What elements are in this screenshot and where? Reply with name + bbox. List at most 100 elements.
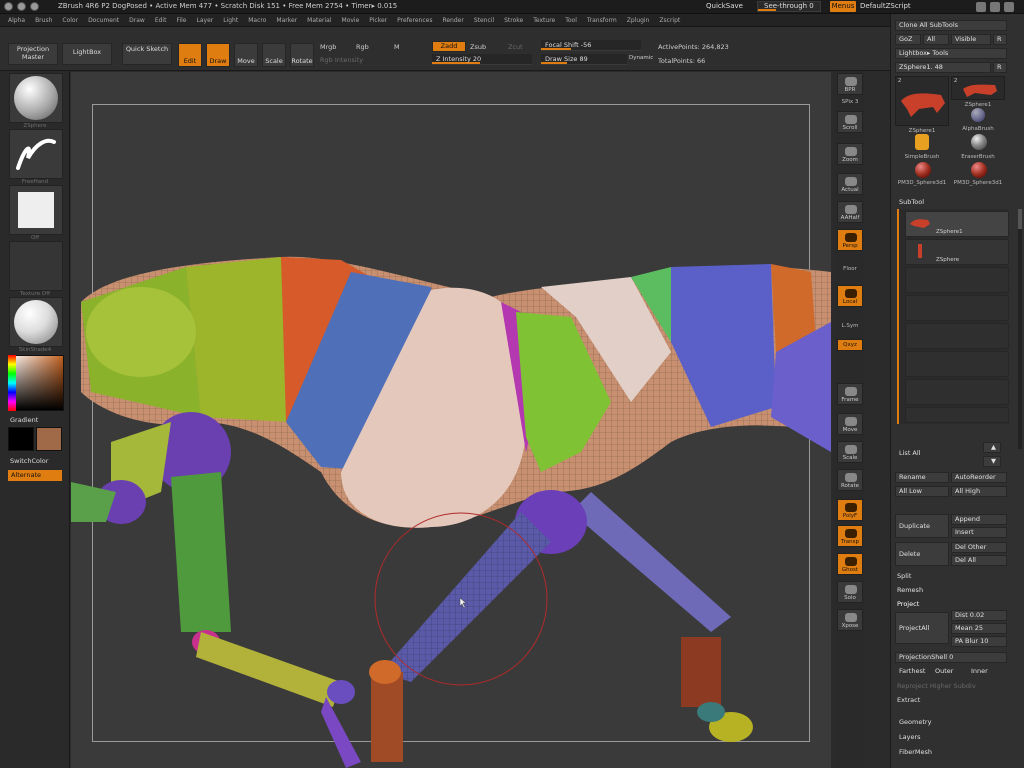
switch-color-button[interactable]: SwitchColor <box>10 457 48 465</box>
goz-visible-button[interactable]: Visible <box>951 34 991 45</box>
actual-button[interactable]: Actual <box>837 173 863 195</box>
lsym-button[interactable]: L.Sym <box>837 323 863 329</box>
frame-button[interactable]: Frame <box>837 383 863 405</box>
zoom-button[interactable]: Zoom <box>837 143 863 165</box>
close-window-icon[interactable] <box>1004 2 1014 12</box>
minimize-icon[interactable] <box>17 2 26 11</box>
menu-picker[interactable]: Picker <box>369 17 387 24</box>
zadd-button[interactable]: Zadd <box>432 41 466 52</box>
tool-tile-zsphere1-b[interactable]: 2 <box>951 76 1005 100</box>
mean-slider[interactable]: Mean 25 <box>951 623 1007 634</box>
scroll-button[interactable]: Scroll <box>837 111 863 133</box>
project-all-button[interactable]: ProjectAll <box>895 612 949 644</box>
brush-selector[interactable] <box>9 73 63 123</box>
main-color-swatch[interactable] <box>8 427 34 451</box>
draw-size-slider[interactable]: Draw Size 89 <box>541 54 627 65</box>
move-up-arrow-icon[interactable]: ▲ <box>983 442 1001 453</box>
lightbox-tools-button[interactable]: Lightbox▸ Tools <box>895 48 1007 59</box>
menu-zscript[interactable]: Zscript <box>659 17 680 24</box>
qxyz-button[interactable]: Qxyz <box>837 339 863 351</box>
menu-tool[interactable]: Tool <box>565 17 577 24</box>
draw-mode-button[interactable]: Draw <box>206 43 230 67</box>
scale-mode-button[interactable]: Scale <box>262 43 286 67</box>
list-all-button[interactable]: List All <box>895 448 945 459</box>
menu-alpha[interactable]: Alpha <box>8 17 25 24</box>
menu-file[interactable]: File <box>176 17 186 24</box>
focal-shift-slider[interactable]: Focal Shift -56 <box>541 40 641 51</box>
zsphere-dog-model[interactable] <box>71 72 831 768</box>
subtool-scrollbar[interactable] <box>1018 209 1022 449</box>
append-button[interactable]: Append <box>951 514 1007 525</box>
bpr-button[interactable]: BPR <box>837 73 863 95</box>
pa-blur-slider[interactable]: PA Blur 10 <box>951 636 1007 647</box>
document-canvas[interactable] <box>71 72 831 768</box>
subtool-item-zsphere[interactable]: ZSphere <box>905 239 1009 265</box>
goz-all-button[interactable]: All <box>923 34 949 45</box>
menu-transform[interactable]: Transform <box>587 17 617 24</box>
polyf-button[interactable]: PolyF <box>837 499 863 521</box>
move-down-arrow-icon[interactable]: ▼ <box>983 456 1001 467</box>
ghost-button[interactable]: Ghost <box>837 553 863 575</box>
projection-master-button[interactable]: Projection Master <box>8 43 58 65</box>
zcut-button[interactable]: Zcut <box>508 43 523 51</box>
menu-macro[interactable]: Macro <box>248 17 266 24</box>
alphabrush-icon[interactable] <box>971 108 985 122</box>
del-all-button[interactable]: Del All <box>951 555 1007 566</box>
insert-button[interactable]: Insert <box>951 527 1007 538</box>
m-button[interactable]: M <box>394 43 400 51</box>
floor-button[interactable]: Floor <box>837 266 863 272</box>
default-script-button[interactable]: DefaultZScript <box>860 2 911 10</box>
rotate-mode-button[interactable]: Rotate <box>290 43 314 67</box>
menu-texture[interactable]: Texture <box>533 17 555 24</box>
menu-movie[interactable]: Movie <box>342 17 360 24</box>
hue-ring[interactable] <box>8 355 16 411</box>
edit-mode-button[interactable]: Edit <box>178 43 202 67</box>
xpose-button[interactable]: Xpose <box>837 609 863 631</box>
persp-button[interactable]: Persp <box>837 229 863 251</box>
menus-toggle-button[interactable]: Menus <box>830 1 856 12</box>
menu-layer[interactable]: Layer <box>197 17 214 24</box>
help-icon[interactable] <box>976 2 986 12</box>
stroke-selector[interactable] <box>9 129 63 179</box>
minimize-window-icon[interactable] <box>990 2 1000 12</box>
project-subpalette[interactable]: Project <box>897 600 919 608</box>
scroll-thumb[interactable] <box>1018 209 1022 229</box>
menu-color[interactable]: Color <box>62 17 78 24</box>
local-button[interactable]: Local <box>837 285 863 307</box>
mrgb-button[interactable]: Mrgb <box>320 43 336 51</box>
menu-draw[interactable]: Draw <box>129 17 145 24</box>
menu-material[interactable]: Material <box>307 17 331 24</box>
geometry-subpalette[interactable]: Geometry <box>899 718 931 726</box>
material-selector[interactable] <box>9 297 63 347</box>
rgb-intensity-slider[interactable]: Rgb Intensity <box>320 56 363 64</box>
transp-button[interactable]: Transp <box>837 525 863 547</box>
see-through-slider[interactable]: See-through 0 <box>757 1 821 12</box>
menu-document[interactable]: Document <box>88 17 119 24</box>
projection-shell-slider[interactable]: ProjectionShell 0 <box>895 652 1007 663</box>
texture-selector[interactable] <box>9 241 63 291</box>
rotate-button[interactable]: Rotate <box>837 469 863 491</box>
reproject-higher-subdiv-button[interactable]: Reproject Higher Subdiv <box>897 682 976 690</box>
zsphere-tool-slider[interactable]: ZSphere1. 48 <box>895 62 991 73</box>
rgb-button[interactable]: Rgb <box>356 43 369 51</box>
menu-light[interactable]: Light <box>223 17 238 24</box>
close-icon[interactable] <box>4 2 13 11</box>
menu-preferences[interactable]: Preferences <box>397 17 432 24</box>
farthest-button[interactable]: Farthest <box>895 666 931 677</box>
alternate-button[interactable]: Alternate <box>8 470 62 481</box>
fibermesh-subpalette[interactable]: FiberMesh <box>899 748 932 756</box>
aahalf-button[interactable]: AAHalf <box>837 201 863 223</box>
maximize-icon[interactable] <box>30 2 39 11</box>
menu-stencil[interactable]: Stencil <box>474 17 494 24</box>
remesh-subpalette[interactable]: Remesh <box>897 586 923 594</box>
simplebrush-icon[interactable] <box>915 134 929 150</box>
zsphere-r-button[interactable]: R <box>993 62 1007 73</box>
rename-button[interactable]: Rename <box>895 472 949 483</box>
goz-r-button[interactable]: R <box>993 34 1007 45</box>
menu-marker[interactable]: Marker <box>276 17 297 24</box>
menu-brush[interactable]: Brush <box>35 17 52 24</box>
split-subpalette[interactable]: Split <box>897 572 911 580</box>
layers-subpalette[interactable]: Layers <box>899 733 921 741</box>
clone-all-subtools-button[interactable]: Clone All SubTools <box>895 20 1007 31</box>
auto-reorder-button[interactable]: AutoReorder <box>951 472 1007 483</box>
